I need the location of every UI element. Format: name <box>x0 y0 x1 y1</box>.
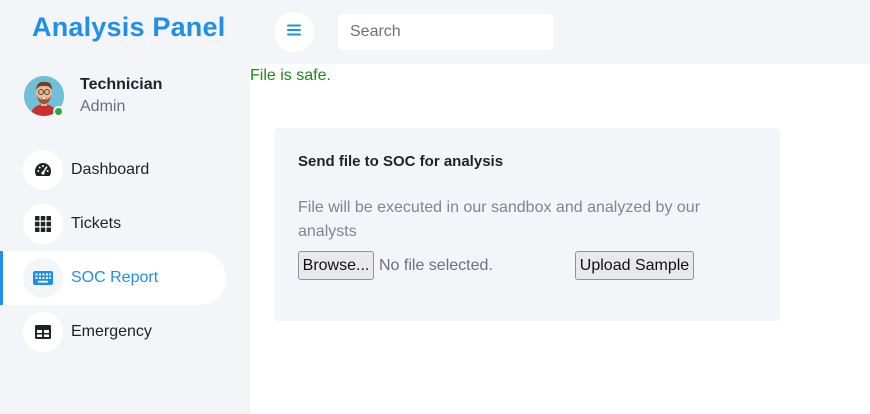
sidebar-item-dashboard[interactable]: Dashboard <box>0 143 226 197</box>
hamburger-menu-icon <box>287 23 301 41</box>
search-input[interactable] <box>338 14 553 50</box>
menu-toggle-button[interactable] <box>274 12 314 52</box>
upload-card: Send file to SOC for analysis File will … <box>274 128 780 321</box>
grid-icon <box>23 204 63 244</box>
brand-title[interactable]: Analysis Panel <box>32 12 225 43</box>
sidebar-item-emergency[interactable]: Emergency <box>0 305 226 359</box>
sidebar-item-label: Tickets <box>71 215 122 232</box>
profile-role: Admin <box>80 98 126 115</box>
status-message: File is safe. <box>250 67 331 84</box>
browse-file-button[interactable]: Browse... <box>298 251 374 280</box>
profile-name: Technician <box>80 76 163 93</box>
online-status-indicator <box>53 106 64 117</box>
speedometer-icon <box>23 150 63 190</box>
sidebar-item-soc-report[interactable]: SOC Report <box>0 251 226 305</box>
card-description: File will be executed in our sandbox and… <box>298 199 701 240</box>
sidebar-item-label: Dashboard <box>71 161 150 178</box>
keyboard-icon <box>23 258 63 298</box>
sidebar-item-label: SOC Report <box>71 269 159 286</box>
upload-sample-button[interactable]: Upload Sample <box>575 251 694 280</box>
sidebar-item-label: Emergency <box>71 323 152 340</box>
file-selection-status: No file selected. <box>379 257 493 274</box>
card-title: Send file to SOC for analysis <box>298 153 504 170</box>
sidebar-item-tickets[interactable]: Tickets <box>0 197 226 251</box>
table-icon <box>23 312 63 352</box>
sidebar: Analysis Panel Technician Admin Dashboar… <box>0 0 250 414</box>
main-content: File is safe. Send file to SOC for analy… <box>250 64 870 414</box>
